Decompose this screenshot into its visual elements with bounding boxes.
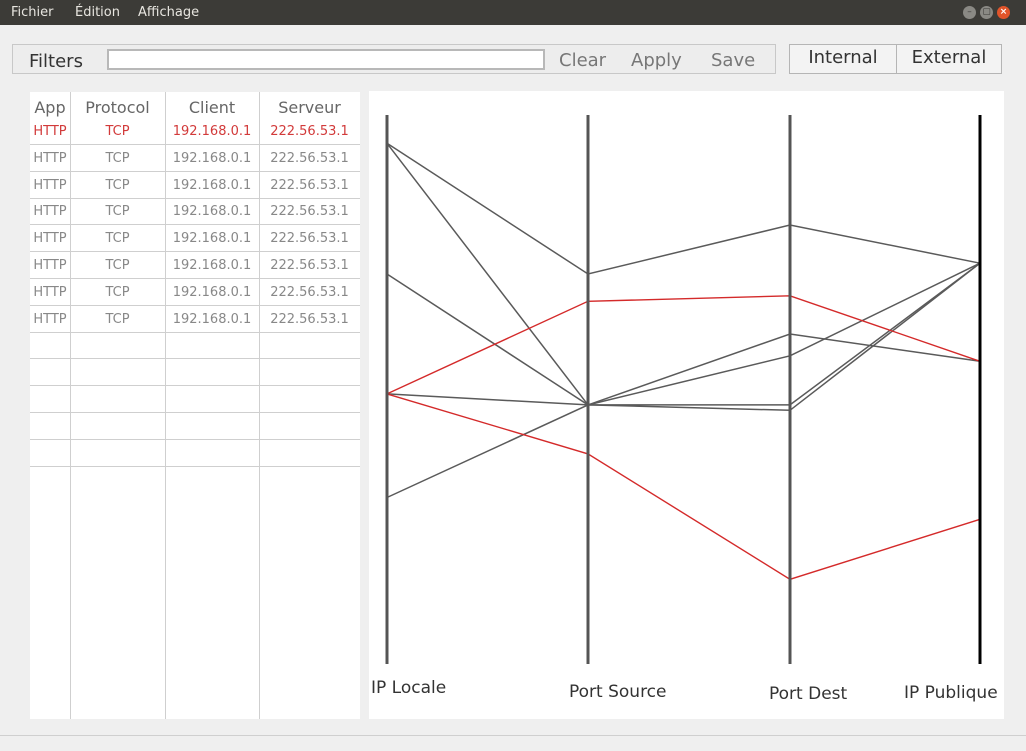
highlighted-connection-line[interactable] <box>386 393 981 581</box>
cell-client: 192.168.0.1 <box>172 258 252 273</box>
cell-app: HTTP <box>33 284 67 300</box>
cell-app: HTTP <box>33 311 67 327</box>
parallel-coordinates-plot: IP Locale Port Source Port Dest IP Publique <box>369 91 1004 719</box>
row-divider <box>30 170 360 172</box>
clear-button[interactable]: Clear <box>559 50 606 71</box>
filters-label: Filters <box>29 51 83 72</box>
highlighted-connection-line[interactable] <box>386 295 981 395</box>
cell-server: 222.56.53.1 <box>270 124 349 139</box>
connection-line[interactable] <box>386 142 981 275</box>
cell-client: 192.168.0.1 <box>172 284 252 300</box>
axis-label: IP Locale <box>371 678 446 698</box>
cell-server: 222.56.53.1 <box>270 311 349 327</box>
cell-app: HTTP <box>33 124 67 139</box>
cell-protocol: TCP <box>105 258 130 273</box>
row-divider <box>30 438 360 440</box>
cell-protocol: TCP <box>105 231 130 247</box>
cell-protocol: TCP <box>105 204 130 220</box>
internal-button[interactable]: Internal <box>789 44 897 74</box>
connection-line[interactable] <box>386 142 981 406</box>
cell-client: 192.168.0.1 <box>172 124 252 139</box>
minimize-icon: – <box>967 7 972 17</box>
row-divider <box>30 331 360 333</box>
column-header-client[interactable]: Client <box>165 98 259 117</box>
cell-app: HTTP <box>33 204 67 220</box>
cell-client: 192.168.0.1 <box>172 150 252 166</box>
filter-input[interactable] <box>107 49 545 70</box>
status-strip <box>0 735 1026 736</box>
filter-bar: Filters Clear Apply Save <box>12 44 776 74</box>
connection-line[interactable] <box>386 333 981 406</box>
cell-app: HTTP <box>33 177 67 193</box>
cell-client: 192.168.0.1 <box>172 177 252 193</box>
parallel-plot-svg: IP Locale Port Source Port Dest IP Publique <box>371 115 998 704</box>
column-header-protocol[interactable]: Protocol <box>70 98 165 117</box>
row-divider <box>30 144 360 145</box>
cell-client: 192.168.0.1 <box>172 231 252 247</box>
axis-label: Port Source <box>569 682 667 702</box>
row-divider <box>30 465 360 467</box>
row-divider <box>30 412 360 413</box>
axis-label: Port Dest <box>769 684 848 704</box>
cell-app: HTTP <box>33 231 67 247</box>
minimize-button[interactable]: – <box>963 6 976 19</box>
external-button[interactable]: External <box>896 44 1002 74</box>
menu-fichier[interactable]: Fichier <box>11 5 54 20</box>
cell-protocol: TCP <box>105 150 130 166</box>
connection-line[interactable] <box>386 262 981 406</box>
apply-button[interactable]: Apply <box>631 50 682 71</box>
maximize-icon: ▢ <box>982 7 991 17</box>
cell-server: 222.56.53.1 <box>270 258 349 273</box>
menu-edition[interactable]: Édition <box>75 5 120 20</box>
row-divider <box>30 358 360 360</box>
cell-protocol: TCP <box>105 124 130 139</box>
row-divider <box>30 251 360 253</box>
row-divider <box>30 304 360 306</box>
row-divider <box>30 197 360 199</box>
cell-server: 222.56.53.1 <box>270 231 349 247</box>
cell-client: 192.168.0.1 <box>172 204 252 220</box>
cell-protocol: TCP <box>105 177 130 193</box>
cell-server: 222.56.53.1 <box>270 284 349 300</box>
close-button[interactable]: × <box>997 6 1010 19</box>
column-header-serveur[interactable]: Serveur <box>259 98 360 117</box>
cell-server: 222.56.53.1 <box>270 204 349 220</box>
maximize-button[interactable]: ▢ <box>980 6 993 19</box>
menu-bar: Fichier Édition Affichage – ▢ × <box>0 0 1026 25</box>
column-header-app[interactable]: App <box>30 98 70 117</box>
connections-table: App Protocol Client Serveur HTTP TCP 192.1… <box>30 92 360 719</box>
cell-server: 222.56.53.1 <box>270 150 349 166</box>
menu-affichage[interactable]: Affichage <box>138 5 199 20</box>
row-divider <box>30 224 360 226</box>
close-icon: × <box>999 7 1008 17</box>
cell-app: HTTP <box>33 150 67 166</box>
cell-protocol: TCP <box>105 311 130 327</box>
save-button[interactable]: Save <box>711 50 755 71</box>
cell-app: HTTP <box>33 258 67 273</box>
row-divider <box>30 385 360 387</box>
axis-label: IP Publique <box>904 683 998 703</box>
row-divider <box>30 278 360 279</box>
cell-client: 192.168.0.1 <box>172 311 252 327</box>
cell-server: 222.56.53.1 <box>270 177 349 193</box>
cell-protocol: TCP <box>105 284 130 300</box>
